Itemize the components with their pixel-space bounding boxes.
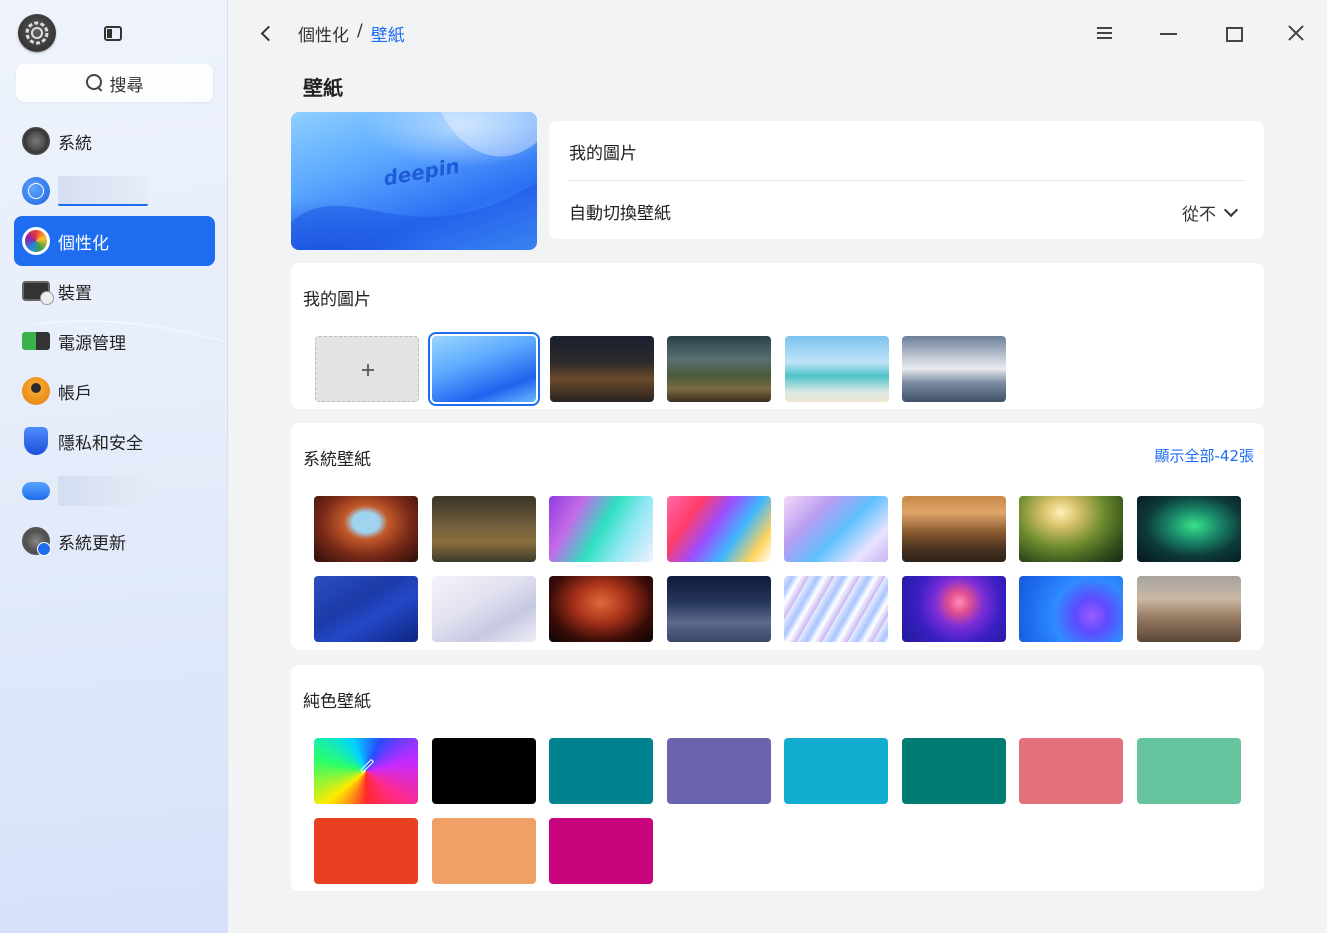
system-icon <box>22 127 50 155</box>
auto-switch-label: 自動切換壁紙 <box>569 203 671 224</box>
sidebar-item-system[interactable]: 系統 <box>14 116 215 166</box>
system-wallpapers-section: 系統壁紙 顯示全部-42張 <box>291 423 1264 650</box>
wallpaper-thumb-tropical-beach[interactable] <box>785 336 889 402</box>
chevron-down-icon <box>1223 202 1239 218</box>
wallpaper-thumb-rainbow-gradient[interactable] <box>667 496 771 562</box>
power-icon <box>22 332 50 350</box>
sidebar-item-update[interactable]: 系統更新 <box>14 516 215 566</box>
sidebar-item-device[interactable]: 裝置 <box>14 266 215 316</box>
wallpaper-settings-card: 我的圖片 自動切換壁紙 從不 <box>549 121 1264 239</box>
color-swatch-red[interactable] <box>314 818 418 884</box>
breadcrumb-parent[interactable]: 個性化 <box>298 21 349 46</box>
maximize-icon[interactable] <box>1220 20 1246 46</box>
my-pictures-label: 我的圖片 <box>569 144 637 164</box>
wallpaper-thumb-night-street[interactable] <box>550 336 654 402</box>
pencil-icon <box>359 758 375 774</box>
sidebar-item-label-redacted <box>58 176 148 206</box>
wallpaper-thumb-white-abstract[interactable] <box>432 576 536 642</box>
search-icon <box>85 74 104 92</box>
show-all-link[interactable]: 顯示全部-42張 <box>1154 445 1254 466</box>
sidebar-item-privacy[interactable]: 隱私和安全 <box>14 416 215 466</box>
color-swatch-magenta[interactable] <box>549 818 653 884</box>
auto-switch-value: 從不 <box>1182 205 1216 225</box>
add-wallpaper-button[interactable] <box>315 336 419 402</box>
wallpaper-thumb-mountain-valley[interactable] <box>667 336 771 402</box>
breadcrumb: 個性化 / 壁紙 <box>298 21 405 46</box>
sidebar-item-cloud[interactable] <box>14 466 215 516</box>
search-placeholder: 搜尋 <box>109 75 144 96</box>
sidebar-item-label: 帳戶 <box>58 383 92 404</box>
wallpaper-thumb-cloudy-lake[interactable] <box>902 336 1006 402</box>
wallpaper-thumb-sand-dunes[interactable] <box>1137 576 1241 642</box>
wallpaper-thumb-autumn-forest[interactable] <box>432 496 536 562</box>
wallpaper-thumb-aurora-gradient[interactable] <box>549 496 653 562</box>
sidebar-item-label: 個性化 <box>58 233 109 254</box>
sidebar-nav: 系統 個性化 裝置 電源管理 帳戶 隱私和安全 系統更新 <box>14 116 215 566</box>
color-swatch-cyan[interactable] <box>784 738 888 804</box>
sidebar-item-label: 電源管理 <box>58 333 126 354</box>
color-swatch-dark-teal[interactable] <box>902 738 1006 804</box>
wallpaper-thumb-antelope-canyon[interactable] <box>549 576 653 642</box>
privacy-shield-icon <box>24 427 48 455</box>
close-icon[interactable] <box>1283 20 1309 46</box>
personalization-icon <box>22 227 50 255</box>
section-title: 我的圖片 <box>303 290 371 310</box>
color-swatch-teal[interactable] <box>549 738 653 804</box>
wallpaper-thumb-blue-abstract[interactable] <box>314 576 418 642</box>
sidebar-item-account[interactable]: 帳戶 <box>14 366 215 416</box>
sidebar-item-personalization[interactable]: 個性化 <box>14 216 215 266</box>
update-icon <box>22 527 51 556</box>
minimize-icon[interactable] <box>1156 20 1182 46</box>
wallpaper-thumb-light-streaks[interactable] <box>784 576 888 642</box>
breadcrumb-current: 壁紙 <box>370 26 405 46</box>
back-button[interactable] <box>257 22 277 44</box>
wallpaper-thumb-deepin[interactable] <box>428 332 540 406</box>
wallpaper-thumb-northern-lights[interactable] <box>1137 496 1241 562</box>
sidebar-toggle-icon[interactable] <box>104 26 122 41</box>
control-center-logo-icon <box>18 14 56 52</box>
color-swatch-black[interactable] <box>432 738 536 804</box>
account-icon <box>22 377 50 405</box>
sidebar: 搜尋 系統 個性化 裝置 電源管理 帳戶 隱私和安全 系統更新 <box>0 0 228 933</box>
breadcrumb-separator: / <box>357 21 363 41</box>
menu-icon[interactable] <box>1092 20 1118 46</box>
sidebar-item-label: 隱私和安全 <box>58 433 143 454</box>
auto-switch-dropdown[interactable]: 從不 <box>1182 200 1239 225</box>
wallpaper-thumb-pastel-ribbons[interactable] <box>784 496 888 562</box>
wallpaper-thumb-mountain-sunset[interactable] <box>902 496 1006 562</box>
color-swatch-pink[interactable] <box>1019 738 1123 804</box>
page-title: 壁紙 <box>303 76 343 100</box>
device-icon <box>22 281 54 305</box>
wallpaper-thumb-blue-shapes[interactable] <box>1019 576 1123 642</box>
section-title: 系統壁紙 <box>303 450 371 470</box>
network-icon <box>22 177 50 205</box>
sidebar-item-label: 裝置 <box>58 283 92 304</box>
sidebar-item-power[interactable]: 電源管理 <box>14 316 215 366</box>
search-input[interactable]: 搜尋 <box>16 64 213 102</box>
wallpaper-thumb-purple-circles[interactable] <box>902 576 1006 642</box>
cloud-icon <box>22 482 50 500</box>
sidebar-item-label: 系統 <box>58 133 92 154</box>
wallpaper-thumb-green-hills[interactable] <box>1019 496 1123 562</box>
color-swatch-purple[interactable] <box>667 738 771 804</box>
solid-wallpapers-section: 純色壁紙 <box>291 665 1264 891</box>
sidebar-item-label: 系統更新 <box>58 533 126 554</box>
auto-switch-row: 自動切換壁紙 從不 <box>569 182 1244 240</box>
my-pictures-section: 我的圖片 <box>291 263 1264 409</box>
my-pictures-row[interactable]: 我的圖片 <box>569 123 1244 181</box>
sidebar-item-label-redacted <box>58 476 148 506</box>
color-swatch-mint[interactable] <box>1137 738 1241 804</box>
custom-color-button[interactable] <box>314 738 418 804</box>
color-swatch-orange[interactable] <box>432 818 536 884</box>
current-wallpaper-preview[interactable]: deepin <box>291 112 537 250</box>
wallpaper-thumb-canyon-arch[interactable] <box>314 496 418 562</box>
titlebar: 個性化 / 壁紙 <box>229 0 1327 66</box>
section-title: 純色壁紙 <box>303 692 371 712</box>
wallpaper-thumb-desert-dunes-night[interactable] <box>667 576 771 642</box>
main-panel: 個性化 / 壁紙 壁紙 deepin 我的圖片 自動切換壁紙 從不 我的圖片 系… <box>229 0 1327 933</box>
sidebar-item-network[interactable] <box>14 166 215 216</box>
